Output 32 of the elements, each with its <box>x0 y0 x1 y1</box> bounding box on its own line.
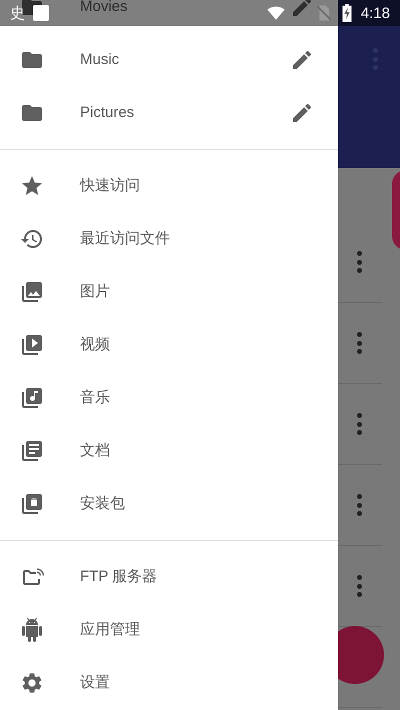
more-icon[interactable] <box>356 575 362 597</box>
drawer-item-label[interactable]: Pictures <box>80 104 290 121</box>
drawer-item-label[interactable]: 视频 <box>80 335 318 354</box>
photo-library-icon <box>20 280 44 304</box>
drawer-item-label[interactable]: FTP 服务器 <box>80 567 318 586</box>
drawer-item-label[interactable]: 设置 <box>80 673 318 692</box>
notification-icon: 史 <box>10 4 25 22</box>
drawer-item-label[interactable]: Music <box>80 51 290 68</box>
more-icon[interactable] <box>356 332 362 354</box>
music-library-icon <box>20 386 44 410</box>
clock: 4:18 <box>360 4 390 22</box>
android-package-icon <box>20 492 44 516</box>
drawer-item-label[interactable]: 安装包 <box>80 494 318 513</box>
video-library-icon <box>20 332 44 356</box>
drawer-item-label[interactable]: 图片 <box>80 282 318 301</box>
drawer-item-label[interactable]: 音乐 <box>80 388 318 407</box>
drawer-item-label[interactable]: 快速访问 <box>80 176 318 195</box>
no-sim-icon <box>314 4 333 22</box>
settings-icon <box>20 670 44 694</box>
floating-action-button[interactable] <box>338 626 384 684</box>
more-icon[interactable] <box>356 413 362 435</box>
more-icon[interactable] <box>356 251 362 273</box>
drawer-item-label[interactable]: 文档 <box>80 441 318 460</box>
notification-icon <box>33 5 49 21</box>
drawer-item-label[interactable]: 应用管理 <box>80 620 318 639</box>
more-icon[interactable] <box>356 494 362 516</box>
wifi-icon <box>266 4 285 22</box>
drawer-item-label[interactable]: 最近访问文件 <box>80 229 318 248</box>
document-library-icon <box>20 438 44 462</box>
star-icon <box>20 174 44 198</box>
android-icon <box>20 618 44 642</box>
edit-icon[interactable] <box>290 0 314 18</box>
